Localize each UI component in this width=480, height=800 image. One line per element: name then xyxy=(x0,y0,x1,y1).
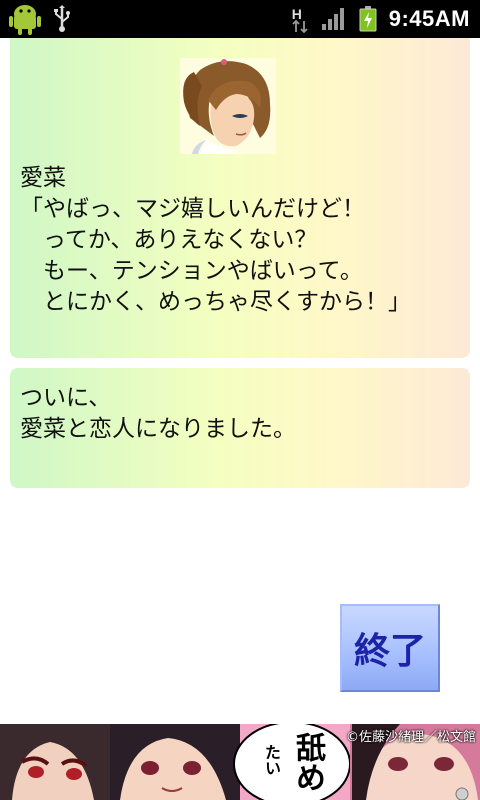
dialog-card: 愛菜「やばっ、マジ嬉しいんだけど！ ってか、ありえなくない？ もー、テンションや… xyxy=(10,38,470,358)
status-right-icons: H 9:45AM xyxy=(289,0,470,38)
bubble-text-small: たい xyxy=(262,744,281,776)
character-portrait xyxy=(180,58,276,154)
clock-time: 9:45AM xyxy=(388,6,470,31)
dialog-line-2: ってか、ありえなくない？ xyxy=(20,227,318,253)
dialog-line-4: とにかく、めっちゃ尽くすから！」 xyxy=(20,289,411,315)
dialog-text: 愛菜「やばっ、マジ嬉しいんだけど！ ってか、ありえなくない？ もー、テンションや… xyxy=(20,163,411,318)
h-network-icon: H xyxy=(289,4,309,34)
android-icon xyxy=(9,5,41,35)
signal-icon xyxy=(321,8,344,30)
status-bar: H 9:45AM xyxy=(0,0,480,38)
narration-line-1: ついに、 xyxy=(20,385,112,411)
narration-text: ついに、愛菜と恋人になりました。 xyxy=(20,383,296,445)
ad-banner[interactable]: 舐め たい ©佐藤沙緒理／松文館 xyxy=(0,724,480,800)
dialog-line-1: 「やばっ、マジ嬉しいんだけど！ xyxy=(20,196,365,222)
end-button-label: 終了 xyxy=(353,631,426,672)
narration-card: ついに、愛菜と恋人になりました。 xyxy=(10,368,470,488)
banner-credit: ©佐藤沙緒理／松文館 xyxy=(345,730,476,745)
end-button[interactable]: 終了 xyxy=(340,604,440,692)
battery-charging-icon xyxy=(359,6,377,32)
speaker-name: 愛菜 xyxy=(20,165,66,191)
bubble-text-big: 舐め xyxy=(290,732,325,792)
dialog-line-3: もー、テンションやばいって。 xyxy=(20,258,363,284)
status-left-icons xyxy=(8,3,72,35)
narration-line-2: 愛菜と恋人になりました。 xyxy=(20,416,296,442)
usb-icon xyxy=(54,5,70,32)
